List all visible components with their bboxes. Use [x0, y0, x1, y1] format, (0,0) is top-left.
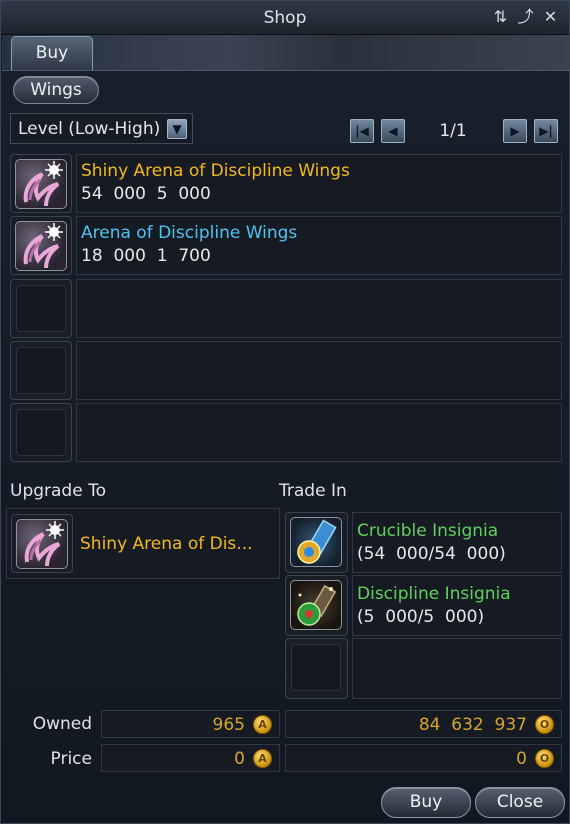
last-page-icon[interactable]: ▶| [534, 119, 558, 143]
page-indicator: 1/1 [439, 121, 467, 141]
sort-dropdown[interactable]: Level (Low-High) ▼ [10, 113, 193, 144]
upgrade-to-label: Upgrade To [10, 481, 106, 501]
empty-item-info [76, 341, 562, 400]
empty-item-slot [10, 403, 72, 462]
trade-in-info[interactable]: Crucible Insignia (54 000/54 000) [352, 512, 562, 573]
empty-item-slot [10, 341, 72, 400]
trade-in-count: (54 000/54 000) [357, 544, 506, 564]
trade-in-name: Crucible Insignia [357, 521, 499, 541]
item-slot[interactable] [10, 154, 72, 213]
discipline-insignia-icon [290, 580, 342, 630]
owned-left-box: 965 A [101, 710, 280, 738]
refresh-icon[interactable]: ⇅ [492, 8, 509, 26]
wings-icon [15, 159, 67, 209]
close-button[interactable]: Close [475, 787, 565, 818]
empty-item-slot [10, 279, 72, 338]
trade-in-item[interactable]: Discipline Insignia (5 000/5 000) [285, 575, 562, 636]
price-right-value: 0 [516, 749, 527, 769]
item-cost: 54 000 5 000 [81, 184, 211, 204]
trade-in-slot[interactable] [285, 512, 348, 573]
upgrade-panel: Shiny Arena of Dis... [6, 508, 280, 579]
trade-in-label: Trade In [279, 481, 347, 501]
title-icons: ⇅ ⤴ ✕ [492, 8, 559, 26]
item-name: Arena of Discipline Wings [81, 223, 298, 243]
close-icon[interactable]: ✕ [542, 8, 559, 26]
upgrade-item-name: Shiny Arena of Dis... [80, 534, 253, 554]
list-item[interactable]: Shiny Arena of Discipline Wings 54 000 5… [10, 154, 562, 213]
empty-list-item [10, 403, 562, 462]
category-wings-button[interactable]: Wings [13, 76, 99, 104]
item-cost: 18 000 1 700 [81, 246, 211, 266]
currency-icon: A [253, 715, 272, 734]
list-item[interactable]: Arena of Discipline Wings 18 000 1 700 [10, 216, 562, 275]
currency-icon: O [535, 749, 554, 768]
empty-item-info [76, 279, 562, 338]
owned-right-value: 84 632 937 [418, 715, 527, 735]
trade-in-item[interactable]: Crucible Insignia (54 000/54 000) [285, 512, 562, 573]
wings-icon [15, 221, 67, 271]
empty-item-info [76, 403, 562, 462]
buy-button[interactable]: Buy [381, 787, 471, 818]
empty-list-item [10, 341, 562, 400]
sort-dropdown-label: Level (Low-High) [18, 119, 161, 139]
title-bar[interactable]: Shop ⇅ ⤴ ✕ [1, 1, 569, 35]
trade-in-count: (5 000/5 000) [357, 607, 485, 627]
item-info[interactable]: Shiny Arena of Discipline Wings 54 000 5… [76, 154, 562, 213]
next-page-icon[interactable]: ▶ [503, 119, 527, 143]
owned-left-value: 965 [212, 715, 245, 735]
window-title: Shop [263, 8, 307, 28]
price-right-box: 0 O [285, 744, 562, 772]
empty-trade-in-slot [285, 638, 348, 699]
trade-in-info[interactable]: Discipline Insignia (5 000/5 000) [352, 575, 562, 636]
price-left-box: 0 A [101, 744, 280, 772]
owned-right-box: 84 632 937 O [285, 710, 562, 738]
first-page-icon[interactable]: |◀ [350, 119, 374, 143]
tab-buy[interactable]: Buy [11, 36, 93, 70]
trade-in-name: Discipline Insignia [357, 584, 511, 604]
tab-strip: Buy [2, 35, 570, 71]
price-left-value: 0 [234, 749, 245, 769]
upgrade-item-slot[interactable] [11, 514, 73, 573]
prev-page-icon[interactable]: ◀ [381, 119, 405, 143]
empty-trade-in-info [352, 638, 562, 699]
undock-icon[interactable]: ⤴ [517, 8, 534, 26]
crucible-insignia-icon [290, 517, 342, 567]
wings-icon [16, 519, 68, 569]
empty-trade-in-item [285, 638, 562, 699]
item-name: Shiny Arena of Discipline Wings [81, 161, 350, 181]
trade-in-slot[interactable] [285, 575, 348, 636]
empty-list-item [10, 279, 562, 338]
item-info[interactable]: Arena of Discipline Wings 18 000 1 700 [76, 216, 562, 275]
currency-icon: A [253, 749, 272, 768]
chevron-down-icon[interactable]: ▼ [167, 119, 187, 139]
price-label: Price [50, 749, 92, 769]
owned-label: Owned [32, 714, 92, 734]
shop-window: Shop ⇅ ⤴ ✕ Buy Wings Level (Low-High) ▼ … [0, 0, 570, 824]
currency-icon: O [535, 715, 554, 734]
item-slot[interactable] [10, 216, 72, 275]
